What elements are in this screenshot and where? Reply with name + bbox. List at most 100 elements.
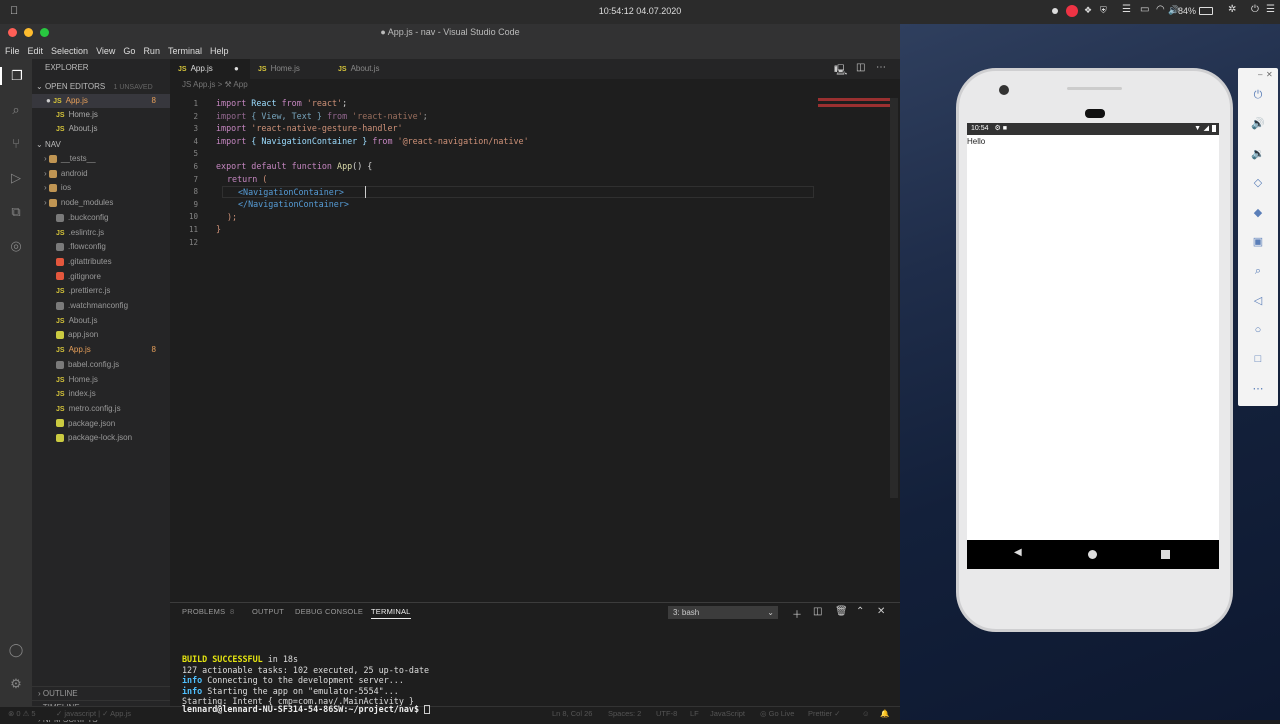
rotate-right-icon[interactable]: ◆ [1250,205,1266,221]
tab-home-js[interactable]: JS Home.js [250,59,330,79]
file-item[interactable]: .buckconfig [32,211,170,225]
power-icon[interactable]: ⏻ [1250,87,1266,103]
feedback-icon[interactable]: ☺ [862,707,870,721]
tab-output[interactable]: OUTPUT [252,607,284,616]
open-editors-section[interactable]: ⌄ OPEN EDITORS 1 UNSAVED [32,80,170,94]
maximize-window-button[interactable] [40,28,49,37]
display-icon[interactable]: ▭ [1140,4,1149,15]
file-item[interactable]: package.json [32,417,170,431]
file-item[interactable]: babel.config.js [32,358,170,372]
new-terminal-icon[interactable]: ＋ [792,606,802,621]
editor-scrollbar[interactable] [890,98,898,498]
account-icon[interactable]: ◯ [7,641,25,659]
prettier-status[interactable]: Prettier ✓ [808,707,841,721]
back-icon[interactable]: ◁ [1250,293,1266,309]
overview-icon[interactable]: □ [1250,351,1266,367]
indentation[interactable]: Spaces: 2 [608,707,641,721]
battery-icon[interactable] [1199,7,1213,15]
menu-view[interactable]: View [96,44,115,59]
run-debug-icon[interactable]: ▷ [7,169,25,187]
zoom-icon[interactable]: ⌕ [1250,263,1266,279]
file-item[interactable]: app.json [32,328,170,342]
encoding[interactable]: UTF-8 [656,707,677,721]
minimize-emulator-icon[interactable]: – [1258,70,1262,79]
menu-file[interactable]: File [5,44,20,59]
file-item[interactable]: JS Home.js [32,373,170,387]
outline-section[interactable]: › OUTLINE [32,686,170,700]
open-editor-item[interactable]: ● JS App.js 8 [32,94,170,108]
minimap[interactable] [818,98,890,112]
tab-app-js[interactable]: JS App.js ● [170,59,250,79]
folder-item[interactable]: › __tests__ [32,152,170,166]
file-item[interactable]: JS About.js [32,314,170,328]
eslint-status[interactable]: ✓ javascript | ✓ App.js [56,707,131,721]
language-mode[interactable]: JavaScript [710,707,745,721]
split-terminal-icon[interactable]: ◫ [813,606,822,617]
problems-status[interactable]: ⊗ 0 ⚠ 5 [8,707,36,721]
file-item[interactable]: JS App.js 8 [32,343,170,357]
notification-icon[interactable]: ☰ [1266,4,1275,15]
folder-item[interactable]: › node_modules [32,196,170,210]
more-options-icon[interactable]: ⋯ [1250,381,1266,397]
file-item[interactable]: JS .eslintrc.js [32,226,170,240]
file-item[interactable]: .gitattributes [32,255,170,269]
home-icon[interactable] [1088,550,1097,559]
bluetooth-icon[interactable]: ✲ [1228,4,1236,15]
cursor-position[interactable]: Ln 8, Col 26 [552,707,592,721]
tab-debug-console[interactable]: DEBUG CONSOLE [295,607,363,616]
menu-edit[interactable]: Edit [28,44,44,59]
close-emulator-icon[interactable]: ✕ [1266,70,1273,79]
camera-icon[interactable]: ▣ [1250,234,1266,250]
file-item[interactable]: JS index.js [32,387,170,401]
file-item[interactable]: JS metro.config.js [32,402,170,416]
record-icon[interactable] [1052,8,1058,14]
menu-selection[interactable]: Selection [51,44,88,59]
file-item[interactable]: package-lock.json [32,431,170,445]
folder-item[interactable]: › ios [32,181,170,195]
extensions-icon[interactable]: ⧉ [7,203,25,221]
code-editor[interactable]: 1 2 3 4 5 6 7 8 9 10 11 12 import React from 'react… [170,92,898,602]
app-status-icon[interactable] [1066,5,1078,17]
breadcrumb[interactable]: JS App.js > ⚒ App [170,79,900,91]
search-icon[interactable]: ⌕ [7,101,25,119]
maximize-panel-icon[interactable]: ⌃ [856,606,864,617]
open-editor-item[interactable]: JS Home.js [32,108,170,122]
remote-icon[interactable]: ◎ [7,237,25,255]
file-item[interactable]: JS .prettierrc.js [32,284,170,298]
source-control-icon[interactable]: ⑂ [7,135,25,153]
run-code-icon[interactable]: 🖳 [834,63,847,80]
volume-down-icon[interactable]: 🔉 [1250,146,1266,162]
bell-icon[interactable]: 🔔 [880,707,889,721]
project-section[interactable]: ⌄ NAV [32,138,170,152]
terminal-select[interactable]: 3: bash ⌄ [668,606,778,619]
terminal-prompt-line[interactable]: lennard@lennard-NU-SF314-54-86SW:~/proje… [182,704,431,714]
power-icon[interactable]: ⏻ [1251,4,1259,15]
folder-item[interactable]: › android [32,167,170,181]
file-item[interactable]: .gitignore [32,270,170,284]
split-editor-icon[interactable]: ◫ [856,62,865,73]
menu-go[interactable]: Go [123,44,135,59]
minimize-window-button[interactable] [24,28,33,37]
home-icon[interactable]: ○ [1250,322,1266,338]
tab-about-js[interactable]: JS About.js [330,59,410,79]
list-icon[interactable]: ☰ [1122,4,1131,15]
back-icon[interactable]: ◀ [1014,547,1022,558]
file-item[interactable]: .flowconfig [32,240,170,254]
shield-icon[interactable]: ⛨ [1100,5,1107,16]
menu-help[interactable]: Help [210,44,229,59]
unsaved-dot-icon[interactable]: ● [234,59,239,79]
menu-terminal[interactable]: Terminal [168,44,202,59]
recents-icon[interactable] [1161,550,1170,559]
menu-run[interactable]: Run [143,44,160,59]
wifi-icon[interactable]: ◠ [1156,4,1165,15]
file-item[interactable]: .watchmanconfig [32,299,170,313]
volume-up-icon[interactable]: 🔊 [1250,116,1266,132]
dropbox-icon[interactable]: ❖ [1084,5,1092,16]
emulator-screen[interactable]: 10:54 ⚙ ■ ▼ ◢ Hello ◀ [967,123,1219,569]
close-window-button[interactable] [8,28,17,37]
tab-problems[interactable]: PROBLEMS [182,607,225,616]
kill-terminal-icon[interactable]: 🗑 [835,606,848,617]
close-panel-icon[interactable]: ✕ [877,606,885,617]
go-live-button[interactable]: ◎ Go Live [760,707,794,721]
settings-gear-icon[interactable]: ⚙ [7,675,25,693]
